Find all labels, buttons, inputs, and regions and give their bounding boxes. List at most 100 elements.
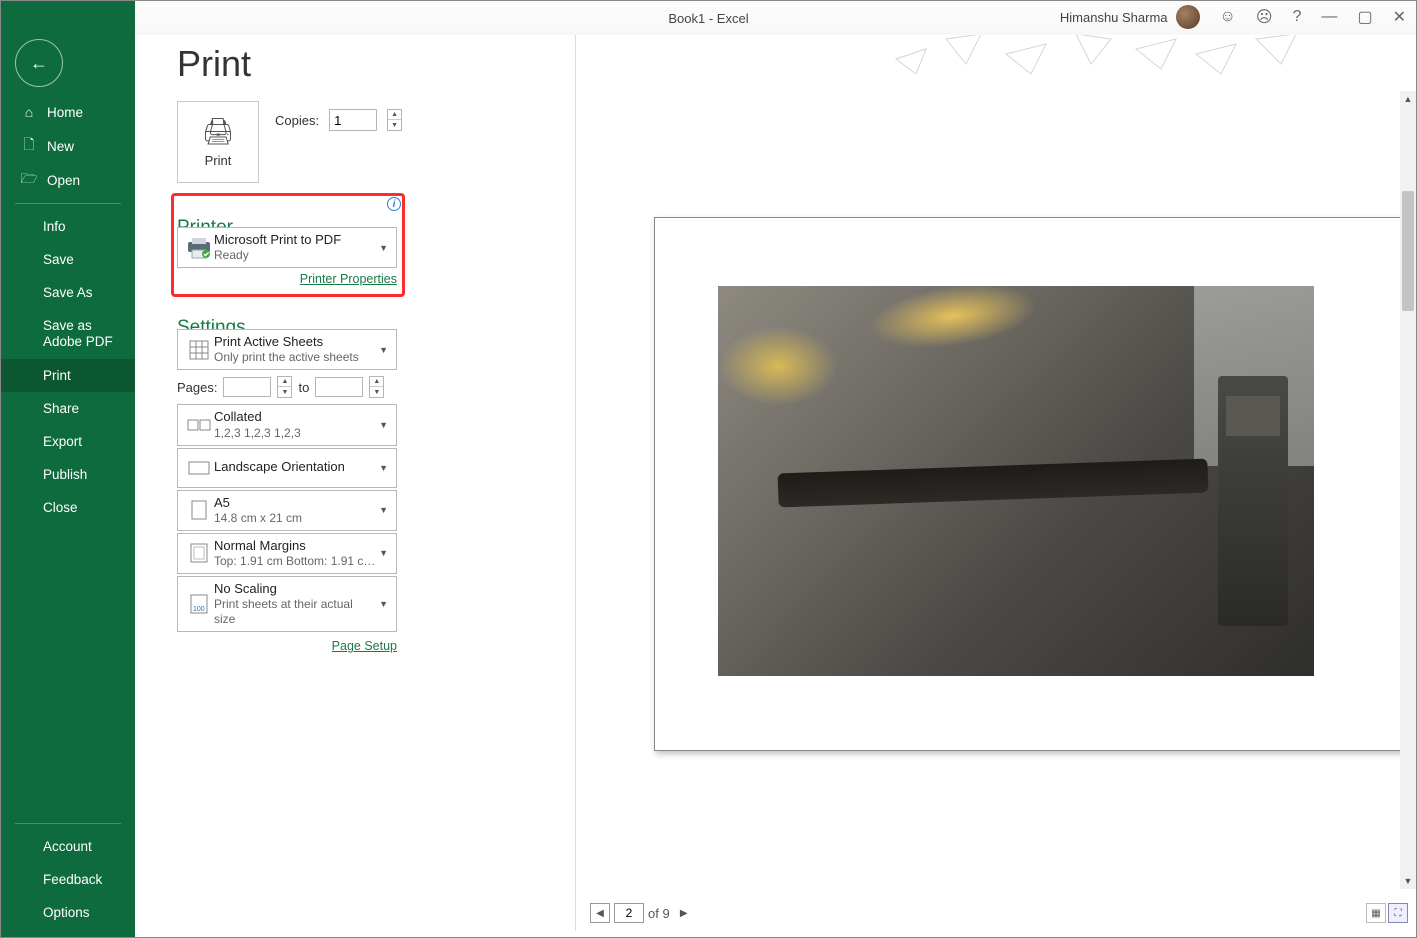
printer-name: Microsoft Print to PDF <box>214 232 377 248</box>
sidebar-item-share[interactable]: Share <box>1 392 135 425</box>
printer-device-icon <box>184 233 214 263</box>
sidebar-item-export[interactable]: Export <box>1 425 135 458</box>
sidebar-label: Close <box>43 500 78 515</box>
help-icon[interactable]: ? <box>1293 8 1302 26</box>
chevron-down-icon: ▼ <box>377 548 390 558</box>
close-icon[interactable]: ✕ <box>1393 7 1406 27</box>
sidebar-label: Share <box>43 401 79 416</box>
chevron-down-icon: ▼ <box>377 243 390 253</box>
orientation-select[interactable]: Landscape Orientation ▼ <box>177 448 397 488</box>
smile-icon[interactable]: ☺ <box>1220 8 1236 26</box>
page-title: Print <box>177 43 251 85</box>
page-navigator: ◀ of 9 ▶ <box>590 903 694 923</box>
dd-sublabel: 1,2,3 1,2,3 1,2,3 <box>214 426 377 441</box>
maximize-icon[interactable]: ▢ <box>1357 7 1372 27</box>
sidebar-item-close[interactable]: Close <box>1 491 135 524</box>
sidebar-item-save[interactable]: Save <box>1 243 135 276</box>
copies-input[interactable] <box>329 109 377 131</box>
arrow-left-icon: ← <box>30 53 48 74</box>
pages-to-label: to <box>298 380 309 395</box>
sidebar-item-account[interactable]: Account <box>1 830 135 863</box>
print-backstage: Print 🖨 Print Copies: ▲ ▼ Printer i <box>135 1 1416 937</box>
printer-properties-link[interactable]: Printer Properties <box>300 272 397 286</box>
scroll-thumb[interactable] <box>1402 191 1414 311</box>
spinner-up-icon[interactable]: ▲ <box>388 110 401 120</box>
dd-sublabel: 14.8 cm x 21 cm <box>214 511 377 526</box>
chevron-down-icon: ▼ <box>377 463 390 473</box>
vertical-divider <box>575 21 576 931</box>
user-account[interactable]: Himanshu Sharma <box>1060 5 1200 29</box>
chevron-down-icon: ▼ <box>377 599 390 609</box>
printer-select[interactable]: Microsoft Print to PDF Ready ▼ <box>177 227 397 268</box>
titlebar: Book1 - Excel Himanshu Sharma ☺ ☹ ? — ▢ … <box>1 1 1416 35</box>
margins-icon <box>184 538 214 568</box>
sidebar-item-print[interactable]: Print <box>1 359 135 392</box>
landscape-icon <box>184 453 214 483</box>
chevron-down-icon: ▼ <box>377 420 390 430</box>
spinner-down-icon[interactable]: ▼ <box>388 120 401 130</box>
current-page-input[interactable] <box>614 903 644 923</box>
collation-select[interactable]: Collated 1,2,3 1,2,3 1,2,3 ▼ <box>177 404 397 445</box>
print-button[interactable]: 🖨 Print <box>177 101 259 183</box>
sidebar-label: Publish <box>43 467 87 482</box>
preview-scrollbar[interactable]: ▲ ▼ <box>1400 91 1416 889</box>
sidebar-item-home[interactable]: ⌂ Home <box>1 95 135 129</box>
sidebar-item-saveadobe[interactable]: Save as Adobe PDF <box>1 309 135 359</box>
dd-label: Landscape Orientation <box>214 459 377 475</box>
copies-spinner[interactable]: ▲ ▼ <box>387 109 402 131</box>
sidebar-item-options[interactable]: Options <box>1 896 135 929</box>
sidebar-item-saveas[interactable]: Save As <box>1 276 135 309</box>
scroll-up-icon[interactable]: ▲ <box>1400 91 1416 107</box>
sidebar-label: Save <box>43 252 74 267</box>
sidebar-label: New <box>47 139 74 154</box>
next-page-button[interactable]: ▶ <box>674 903 694 923</box>
new-icon: 🗋 <box>21 138 37 154</box>
zoom-to-page-button[interactable]: ⛶ <box>1388 903 1408 923</box>
sidebar-item-publish[interactable]: Publish <box>1 458 135 491</box>
printer-status: Ready <box>214 248 377 263</box>
sidebar-label: Options <box>43 905 90 920</box>
print-what-select[interactable]: Print Active Sheets Only print the activ… <box>177 329 397 370</box>
sidebar-item-open[interactable]: 🗁 Open <box>1 163 135 197</box>
print-button-label: Print <box>205 153 232 168</box>
dd-label: Collated <box>214 409 377 425</box>
frown-icon[interactable]: ☹ <box>1256 7 1273 27</box>
sidebar-label: Feedback <box>43 872 102 887</box>
pages-from-spinner[interactable]: ▲▼ <box>277 376 292 398</box>
show-margins-button[interactable]: ▦ <box>1366 903 1386 923</box>
sidebar-item-new[interactable]: 🗋 New <box>1 129 135 163</box>
margins-select[interactable]: Normal Margins Top: 1.91 cm Bottom: 1.91… <box>177 533 397 574</box>
dd-sublabel: Print sheets at their actual size <box>214 597 377 627</box>
page-total: of 9 <box>648 906 670 921</box>
sidebar-label: Home <box>47 105 83 120</box>
minimize-icon[interactable]: — <box>1321 8 1337 26</box>
sidebar-item-feedback[interactable]: Feedback <box>1 863 135 896</box>
collated-icon <box>184 410 214 440</box>
scroll-down-icon[interactable]: ▼ <box>1400 873 1416 889</box>
page-setup-link[interactable]: Page Setup <box>332 639 397 653</box>
pages-label: Pages: <box>177 380 217 395</box>
paper-size-select[interactable]: A5 14.8 cm x 21 cm ▼ <box>177 490 397 531</box>
open-icon: 🗁 <box>21 172 37 188</box>
sidebar-label: Export <box>43 434 82 449</box>
back-button[interactable]: ← <box>15 39 63 87</box>
sidebar-label: Open <box>47 173 80 188</box>
info-icon[interactable]: i <box>387 197 401 211</box>
sidebar-item-info[interactable]: Info <box>1 210 135 243</box>
dd-label: No Scaling <box>214 581 377 597</box>
chevron-down-icon: ▼ <box>377 505 390 515</box>
sheets-icon <box>184 335 214 365</box>
scaling-select[interactable]: 100 No Scaling Print sheets at their act… <box>177 576 397 632</box>
prev-page-button[interactable]: ◀ <box>590 903 610 923</box>
pages-to-input[interactable] <box>315 377 363 397</box>
preview-page <box>654 217 1408 751</box>
dd-sublabel: Only print the active sheets <box>214 350 377 365</box>
svg-text:100: 100 <box>193 606 205 613</box>
scaling-icon: 100 <box>184 589 214 619</box>
pages-from-input[interactable] <box>223 377 271 397</box>
page-icon <box>184 495 214 525</box>
chevron-down-icon: ▼ <box>377 345 390 355</box>
window-title: Book1 - Excel <box>668 11 748 26</box>
pages-to-spinner[interactable]: ▲▼ <box>369 376 384 398</box>
sidebar-label: Save as Adobe PDF <box>43 318 123 350</box>
